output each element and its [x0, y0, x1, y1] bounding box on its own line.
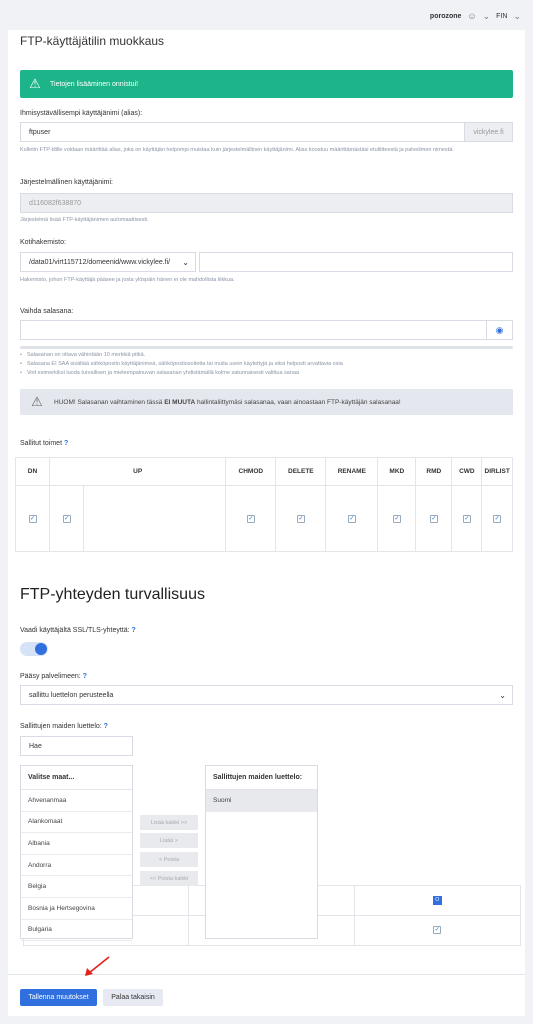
- permissions-row: ✓ ✓ N R O ✓ ✓ ✓ ✓ ✓ ✓: [15, 485, 521, 946]
- list-item[interactable]: Bosnia ja Hertsegovina: [21, 898, 132, 920]
- help-icon[interactable]: ?: [83, 673, 87, 680]
- password-rule: Voit esimerkiksi luoda turvallisen ja mi…: [20, 369, 343, 378]
- chevron-down-icon[interactable]: ⌄: [513, 11, 521, 22]
- checkbox-dirlist[interactable]: ✓: [493, 514, 502, 523]
- save-button[interactable]: Tallenna muutokset: [20, 989, 97, 1006]
- password-rule: Salasana EI SAA sisältää sähköpostin käy…: [20, 360, 343, 369]
- list-item[interactable]: Alankomaat: [21, 812, 132, 834]
- checkbox-rmd[interactable]: ✓: [429, 514, 438, 523]
- checkbox-cwd[interactable]: ✓: [462, 514, 471, 523]
- language-selector[interactable]: FIN: [496, 13, 507, 20]
- checkbox-mkd[interactable]: ✓: [392, 514, 401, 523]
- help-icon[interactable]: ?: [104, 723, 108, 730]
- alias-suffix: vickylee.fi: [464, 123, 512, 141]
- back-button[interactable]: Palaa takaisin: [103, 989, 163, 1006]
- checkbox-chmod[interactable]: ✓: [246, 514, 255, 523]
- access-label: Pääsy palvelimeen: ?: [20, 673, 87, 680]
- username[interactable]: porozone: [430, 13, 462, 20]
- eye-icon[interactable]: ◉: [486, 321, 512, 339]
- home-dir-select[interactable]: /data01/virt115712/domeenid/www.vickylee…: [20, 252, 196, 272]
- up-sub-o: O: [432, 895, 442, 905]
- alias-label: Ihmisystävällisempi käyttäjänimi (alias)…: [20, 110, 143, 117]
- alias-input[interactable]: ftpuser vickylee.fi: [20, 122, 513, 142]
- system-user-value: d116082f638870: [29, 199, 82, 207]
- list-item[interactable]: Andorra: [21, 855, 132, 877]
- alias-help: Kulletin FTP-tilille voidaan määrittää a…: [20, 147, 454, 153]
- col-rename: RENAME: [325, 457, 379, 486]
- alias-value: ftpuser: [29, 128, 51, 136]
- chevron-down-icon: ⌄: [182, 258, 189, 267]
- allowed-header: Sallittujen maiden luettelo:: [206, 766, 317, 790]
- password-label: Vaihda salasana:: [20, 308, 74, 315]
- col-delete: DELETE: [275, 457, 327, 486]
- warning-triangle-icon: ⚠: [31, 394, 43, 409]
- remove-button[interactable]: < Poista: [140, 852, 198, 867]
- red-arrow-annotation: [85, 956, 110, 976]
- checkbox-delete[interactable]: ✓: [296, 514, 305, 523]
- col-dirlist: DIRLIST: [481, 457, 513, 486]
- toggle-knob: [35, 643, 47, 655]
- col-chmod: CHMOD: [225, 457, 277, 486]
- system-user-field: d116082f638870: [20, 193, 513, 213]
- help-icon[interactable]: ?: [132, 627, 136, 634]
- perm-dn: ✓: [15, 485, 50, 552]
- permissions-label: Sallitut toimet ?: [20, 440, 69, 447]
- col-rmd: RMD: [415, 457, 453, 486]
- access-select[interactable]: sallittu luettelon perusteella ⌄: [20, 685, 513, 705]
- permissions-table: DN UP CHMOD DELETE RENAME MKD RMD CWD DI…: [15, 457, 521, 946]
- success-message: Tietojen lisääminen onnistui!: [50, 80, 139, 88]
- checkbox-rename[interactable]: ✓: [347, 514, 356, 523]
- password-input[interactable]: ◉: [20, 320, 513, 340]
- success-alert: ⚠ Tietojen lisääminen onnistui!: [20, 70, 513, 98]
- home-dir-label: Kotihakemisto:: [20, 239, 66, 246]
- country-search-input[interactable]: Hae: [20, 736, 133, 756]
- col-cwd: CWD: [451, 457, 483, 486]
- security-heading: FTP-yhteyden turvallisuus: [20, 586, 205, 603]
- list-item[interactable]: Belgia: [21, 876, 132, 898]
- home-dir-help: Hakemisto, johon FTP-käyttäjä pääsee ja …: [20, 277, 235, 283]
- chevron-down-icon[interactable]: ⌄: [483, 11, 491, 22]
- allowed-countries-list[interactable]: Sallittujen maiden luettelo: Suomi: [205, 765, 318, 939]
- list-item[interactable]: Suomi: [206, 790, 317, 812]
- password-strength-bar: [20, 346, 513, 349]
- add-all-button[interactable]: Lisää kaikki >>: [140, 815, 198, 830]
- permissions-header-row: DN UP CHMOD DELETE RENAME MKD RMD CWD DI…: [15, 457, 513, 486]
- password-warning: ⚠ HUOM! Salasanan vaihtaminen tässä EI M…: [20, 389, 513, 415]
- top-bar: porozone ☺ ⌄ FIN ⌄: [0, 0, 533, 32]
- add-button[interactable]: Lisää >: [140, 833, 198, 848]
- main-card: FTP-käyttäjätilin muokkaus ⚠ Tietojen li…: [8, 30, 525, 1016]
- chevron-down-icon: ⌄: [499, 691, 506, 700]
- ssl-label: Vaadi käyttäjältä SSL/TLS-yhteyttä: ?: [20, 627, 136, 634]
- page-title: FTP-käyttäjätilin muokkaus: [20, 34, 165, 48]
- ssl-toggle[interactable]: [20, 642, 48, 656]
- home-dir-subpath-input[interactable]: [199, 252, 513, 272]
- user-icon[interactable]: ☺: [467, 11, 476, 21]
- available-countries-list[interactable]: Valitse maat... Ahvenanmaa Alankomaat Al…: [20, 765, 133, 942]
- warning-triangle-icon: ⚠: [29, 76, 41, 91]
- list-item[interactable]: Bulgaria: [21, 920, 132, 942]
- perm-up-sub: N R O ✓ ✓ ✓: [22, 485, 521, 946]
- col-mkd: MKD: [377, 457, 417, 486]
- col-dn: DN: [15, 457, 50, 486]
- perm-up: ✓: [49, 485, 84, 552]
- warning-text: HUOM! Salasanan vaihtaminen tässä EI MUU…: [54, 398, 401, 406]
- col-up: UP: [48, 457, 227, 486]
- checkbox-up-o[interactable]: ✓: [433, 926, 442, 934]
- system-user-label: Järjestelmällinen käyttäjänimi:: [20, 179, 113, 186]
- home-dir-selected: /data01/virt115712/domeenid/www.vickylee…: [29, 258, 171, 266]
- help-icon[interactable]: ?: [64, 440, 68, 447]
- list-item[interactable]: Ahvenanmaa: [21, 790, 132, 812]
- checkbox-up[interactable]: ✓: [62, 514, 71, 523]
- password-rule: Salasanan on oltava vähintään 10 merkkiä…: [20, 351, 343, 360]
- password-rules: Salasanan on oltava vähintään 10 merkkiä…: [20, 351, 343, 378]
- countries-label: Sallittujen maiden luettelo: ?: [20, 723, 108, 730]
- available-header: Valitse maat...: [21, 766, 132, 790]
- system-user-help: Järjestelmä lisää FTP-käyttäjänimen auto…: [20, 217, 149, 223]
- checkbox-dn[interactable]: ✓: [28, 514, 37, 523]
- list-item[interactable]: Albania: [21, 833, 132, 855]
- remove-all-button[interactable]: << Poista kaikki: [140, 871, 198, 886]
